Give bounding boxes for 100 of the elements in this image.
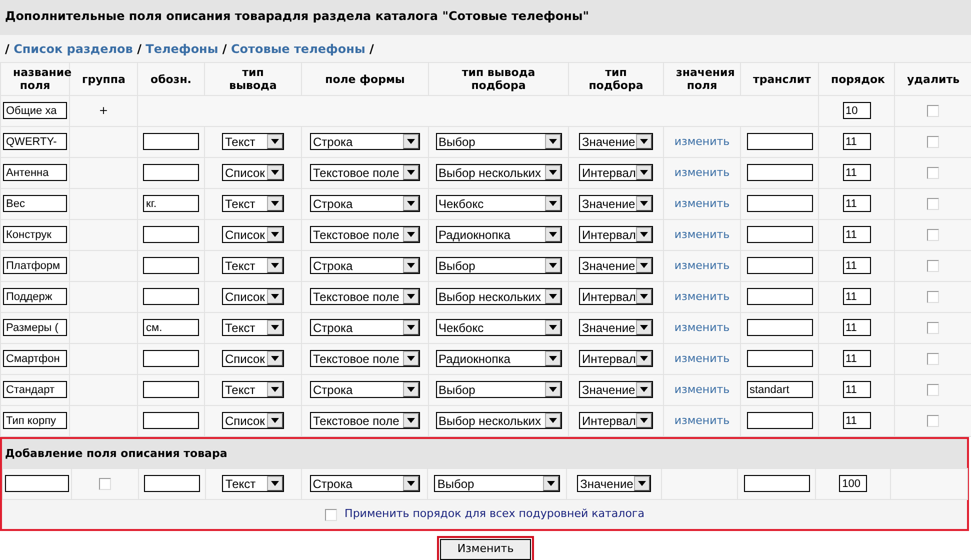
dropdown[interactable]: Список xyxy=(222,164,284,182)
dropdown[interactable]: Строка xyxy=(310,133,420,150)
order-field[interactable]: 11 xyxy=(842,133,870,150)
dropdown[interactable]: Текстовое поле xyxy=(310,164,420,182)
breadcrumb-link[interactable]: Сотовые телефоны xyxy=(230,42,366,56)
unit-field[interactable]: см. xyxy=(143,319,199,336)
submit-button[interactable]: Изменить xyxy=(440,539,531,560)
dropdown[interactable]: Текст xyxy=(222,475,284,492)
unit-field[interactable] xyxy=(143,226,199,244)
name-field[interactable]: Размеры ( xyxy=(3,319,67,336)
delete-checkbox[interactable] xyxy=(927,384,939,396)
group-name-field[interactable]: Общие ха xyxy=(3,102,67,120)
group-checkbox[interactable] xyxy=(98,478,111,490)
dropdown[interactable]: Значение xyxy=(579,319,653,336)
dropdown[interactable]: Интервал xyxy=(579,412,653,430)
name-field[interactable]: Тип корпу xyxy=(3,412,67,430)
dropdown[interactable]: Строка xyxy=(310,195,420,212)
dropdown[interactable]: Строка xyxy=(310,257,420,274)
dropdown[interactable]: Текст xyxy=(222,319,284,336)
delete-checkbox[interactable] xyxy=(927,414,939,427)
translit-field[interactable] xyxy=(746,412,812,430)
dropdown[interactable]: Значение xyxy=(579,195,653,212)
translit-field[interactable] xyxy=(746,133,812,150)
dropdown[interactable]: Строка xyxy=(310,475,420,492)
unit-field[interactable]: кг. xyxy=(143,195,199,212)
delete-checkbox[interactable] xyxy=(927,228,939,241)
dropdown[interactable]: Интервал xyxy=(579,164,653,182)
dropdown[interactable]: Текст xyxy=(222,257,284,274)
dropdown[interactable]: Список xyxy=(222,226,284,244)
order-field[interactable]: 11 xyxy=(842,226,870,244)
translit-field[interactable] xyxy=(744,475,810,492)
order-field[interactable]: 11 xyxy=(842,164,870,182)
translit-field[interactable] xyxy=(746,257,812,274)
dropdown[interactable]: Строка xyxy=(310,319,420,336)
dropdown[interactable]: Текстовое поле xyxy=(310,288,420,306)
dropdown[interactable]: Выбор нескольких xyxy=(436,412,562,430)
name-field[interactable]: Поддерж xyxy=(3,288,67,306)
name-field[interactable] xyxy=(4,475,69,492)
translit-field[interactable]: standart xyxy=(746,381,812,398)
dropdown[interactable]: Значение xyxy=(577,475,652,492)
dropdown[interactable]: Радиокнопка xyxy=(436,226,562,244)
delete-checkbox[interactable] xyxy=(927,104,939,117)
unit-field[interactable] xyxy=(143,381,199,398)
unit-field[interactable] xyxy=(143,133,199,150)
unit-field[interactable] xyxy=(143,257,199,274)
unit-field[interactable] xyxy=(143,412,199,430)
dropdown[interactable]: Чекбокс xyxy=(436,195,562,212)
order-field[interactable]: 11 xyxy=(842,319,870,336)
dropdown[interactable]: Значение xyxy=(579,257,653,274)
dropdown[interactable]: Текст xyxy=(222,133,284,150)
name-field[interactable]: Смартфон xyxy=(3,350,67,368)
delete-checkbox[interactable] xyxy=(927,290,939,303)
name-field[interactable]: Вес xyxy=(3,195,67,212)
breadcrumb-link[interactable]: Телефоны xyxy=(146,42,218,56)
order-field[interactable]: 100 xyxy=(839,475,868,492)
delete-checkbox[interactable] xyxy=(927,198,939,210)
dropdown[interactable]: Строка xyxy=(310,381,420,398)
translit-field[interactable] xyxy=(746,319,812,336)
dropdown[interactable]: Выбор нескольких xyxy=(436,288,562,306)
translit-field[interactable] xyxy=(746,226,812,244)
order-field[interactable]: 10 xyxy=(842,102,870,120)
dropdown[interactable]: Чекбокс xyxy=(436,319,562,336)
unit-field[interactable] xyxy=(143,164,199,182)
order-field[interactable]: 11 xyxy=(842,288,870,306)
delete-checkbox[interactable] xyxy=(927,260,939,272)
translit-field[interactable] xyxy=(746,164,812,182)
dropdown[interactable]: Текст xyxy=(222,381,284,398)
dropdown[interactable]: Выбор xyxy=(436,133,562,150)
dropdown[interactable]: Выбор xyxy=(436,381,562,398)
translit-field[interactable] xyxy=(746,350,812,368)
order-field[interactable]: 11 xyxy=(842,381,870,398)
dropdown[interactable]: Значение xyxy=(579,381,653,398)
delete-checkbox[interactable] xyxy=(927,322,939,334)
order-field[interactable]: 11 xyxy=(842,412,870,430)
delete-checkbox[interactable] xyxy=(927,136,939,148)
dropdown[interactable]: Текстовое поле xyxy=(310,350,420,368)
apply-all-checkbox[interactable] xyxy=(324,508,337,520)
dropdown[interactable]: Выбор xyxy=(436,257,562,274)
dropdown[interactable]: Значение xyxy=(579,133,653,150)
dropdown[interactable]: Текстовое поле xyxy=(310,412,420,430)
name-field[interactable]: Стандарт xyxy=(3,381,67,398)
dropdown[interactable]: Список xyxy=(222,412,284,430)
breadcrumb-link[interactable]: Список разделов xyxy=(14,42,133,56)
dropdown[interactable]: Список xyxy=(222,350,284,368)
translit-field[interactable] xyxy=(746,195,812,212)
order-field[interactable]: 11 xyxy=(842,350,870,368)
unit-field[interactable] xyxy=(144,475,200,492)
delete-checkbox[interactable] xyxy=(927,352,939,365)
dropdown[interactable]: Список xyxy=(222,288,284,306)
translit-field[interactable] xyxy=(746,288,812,306)
delete-checkbox[interactable] xyxy=(927,166,939,179)
name-field[interactable]: QWERTY- xyxy=(3,133,67,150)
unit-field[interactable] xyxy=(143,288,199,306)
name-field[interactable]: Антенна xyxy=(3,164,67,182)
dropdown[interactable]: Текст xyxy=(222,195,284,212)
order-field[interactable]: 11 xyxy=(842,195,870,212)
dropdown[interactable]: Текстовое поле xyxy=(310,226,420,244)
dropdown[interactable]: Выбор нескольких xyxy=(436,164,562,182)
dropdown[interactable]: Интервал xyxy=(579,288,653,306)
dropdown[interactable]: Интервал xyxy=(579,226,653,244)
